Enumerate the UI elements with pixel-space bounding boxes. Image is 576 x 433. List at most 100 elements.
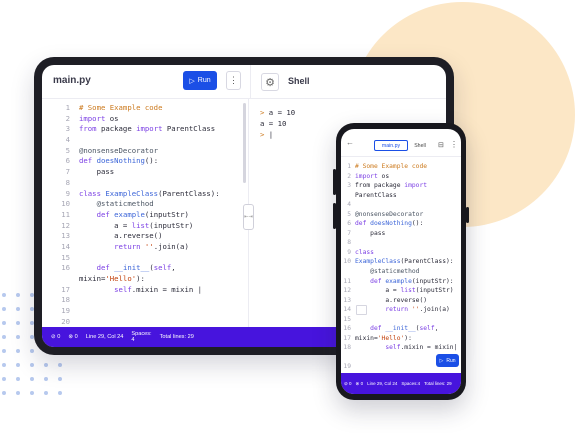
code-token: ExampleClass xyxy=(100,188,159,198)
code-token: ParentClass xyxy=(162,124,216,134)
code-token: (inputStr) xyxy=(144,209,189,219)
code-token: '' xyxy=(140,241,154,251)
code-line: 12 a = list(inputStr) xyxy=(42,221,246,232)
code-line: 12 a = list(inputStr) xyxy=(342,286,460,296)
code-token: (inputStr) xyxy=(149,220,194,230)
line-number: 18 xyxy=(61,295,70,305)
code-token: a = xyxy=(79,220,132,230)
code-token: .join(a) xyxy=(419,306,450,314)
line-number: 19 xyxy=(343,363,351,371)
code-line: ParentClass xyxy=(342,191,460,201)
line-number: 2 xyxy=(65,113,70,123)
error-count: ⊘ 0 xyxy=(344,380,352,386)
code-token: import xyxy=(355,172,378,180)
drag-handle-icon[interactable]: ⇤⇥ xyxy=(243,204,254,230)
line-number: 6 xyxy=(65,156,70,166)
total-lines: Total lines: 29 xyxy=(424,381,452,386)
code-line: 15 xyxy=(342,315,460,325)
code-token: def xyxy=(96,263,110,273)
code-line: 13 a.reverse() xyxy=(42,231,246,242)
decorative-dot xyxy=(30,377,34,381)
code-line: 8 xyxy=(42,178,246,189)
code-token: return xyxy=(385,306,409,314)
phone-device: ← main.py Shell ⊟ ⋮ 1 # Some Example code… xyxy=(333,123,469,400)
cursor-position: Line 29, Col 24 xyxy=(367,381,398,386)
code-token: ): xyxy=(136,274,145,283)
line-number: 9 xyxy=(65,188,70,198)
line-number: 1 xyxy=(347,163,351,170)
shell-token: > xyxy=(260,108,269,117)
code-token: (): xyxy=(411,220,424,228)
code-token: (ParentClass): xyxy=(400,258,454,266)
decorative-dot xyxy=(16,307,20,311)
gear-icon[interactable]: ⚙ xyxy=(261,73,279,91)
run-button[interactable]: ▷ Run xyxy=(183,71,217,90)
file-tab[interactable]: main.py xyxy=(53,75,91,86)
code-line: 5 @nonsenseDecorator xyxy=(342,210,460,220)
decorative-dot xyxy=(58,391,62,395)
tab-shell[interactable]: Shell xyxy=(410,140,430,151)
code-line: 4 xyxy=(342,200,460,210)
line-number: 3 xyxy=(65,124,70,134)
code-token: ): xyxy=(404,334,412,342)
code-line: 2 import os xyxy=(42,114,246,125)
line-number: 17 xyxy=(343,334,351,342)
tab-main-py[interactable]: main.py xyxy=(374,140,408,151)
phone-side-button xyxy=(466,207,469,223)
line-number: 1 xyxy=(65,103,70,112)
code-line: 7 pass xyxy=(42,167,246,178)
warning-count: ⊗ 0 xyxy=(355,380,364,386)
total-lines: Total lines: 29 xyxy=(159,334,194,340)
code-token: '' xyxy=(408,306,420,314)
code-line: 1 # Some Example code xyxy=(342,162,460,172)
code-token: example xyxy=(381,277,412,285)
error-count: ⊘ 0 xyxy=(51,334,61,340)
run-label: Run xyxy=(197,77,211,84)
shell-output[interactable]: > a = 10 a = 10 > | xyxy=(260,107,295,140)
code-token: example xyxy=(109,209,145,219)
code-token: ExampleClass xyxy=(355,258,401,266)
code-token: os xyxy=(377,172,390,180)
code-line: 3 from package import xyxy=(342,181,460,191)
code-token: .mixin = mixin| xyxy=(400,344,458,352)
phone-run-button[interactable]: ▷ Run xyxy=(436,354,459,367)
code-line: 6 def doesNothing(): xyxy=(42,156,246,167)
line-number: 13 xyxy=(61,231,70,241)
code-token: ParentClass xyxy=(355,191,397,199)
line-number: 18 xyxy=(343,344,351,352)
code-editor[interactable]: 1 # Some Example code 2 import os 3 from pack… xyxy=(42,103,246,347)
decorative-dot xyxy=(2,307,6,311)
code-line: 10 ExampleClass(ParentClass): xyxy=(342,257,460,267)
kebab-icon[interactable]: ⋮ xyxy=(226,71,241,90)
decorative-dot xyxy=(16,349,20,353)
phone-status-bar: ⊘ 0 ⊗ 0 Line 29, Col 24 Spaces:4 Total l… xyxy=(341,373,461,394)
decorative-dot xyxy=(58,363,62,367)
save-icon[interactable]: ⊟ xyxy=(438,141,444,149)
code-line: 9 class ExampleClass(ParentClass): xyxy=(42,189,246,200)
code-token: @staticmethod xyxy=(79,199,154,209)
line-number: 11 xyxy=(343,277,351,285)
code-token: pass xyxy=(79,167,115,177)
code-token: import xyxy=(79,113,106,123)
line-number: 2 xyxy=(347,172,351,180)
shell-line: > | xyxy=(260,129,295,140)
indent-setting: Spaces:4 xyxy=(401,381,421,386)
decorative-dot xyxy=(30,391,34,395)
code-token: a.reverse() xyxy=(355,296,428,304)
code-line: 13 a.reverse() xyxy=(342,296,460,306)
code-line: 18 xyxy=(42,295,246,306)
code-token: class xyxy=(355,248,374,256)
code-line: 15 xyxy=(42,253,246,264)
code-token: class xyxy=(79,188,101,198)
editor-scrollbar[interactable] xyxy=(243,103,246,183)
code-token: list xyxy=(131,220,150,230)
line-number: 11 xyxy=(61,209,70,219)
line-number: 7 xyxy=(65,167,70,177)
kebab-icon[interactable]: ⋮ xyxy=(450,140,458,149)
code-line: 9 class xyxy=(342,248,460,258)
decorative-dot xyxy=(2,293,6,297)
back-arrow-icon[interactable]: ← xyxy=(346,138,354,147)
